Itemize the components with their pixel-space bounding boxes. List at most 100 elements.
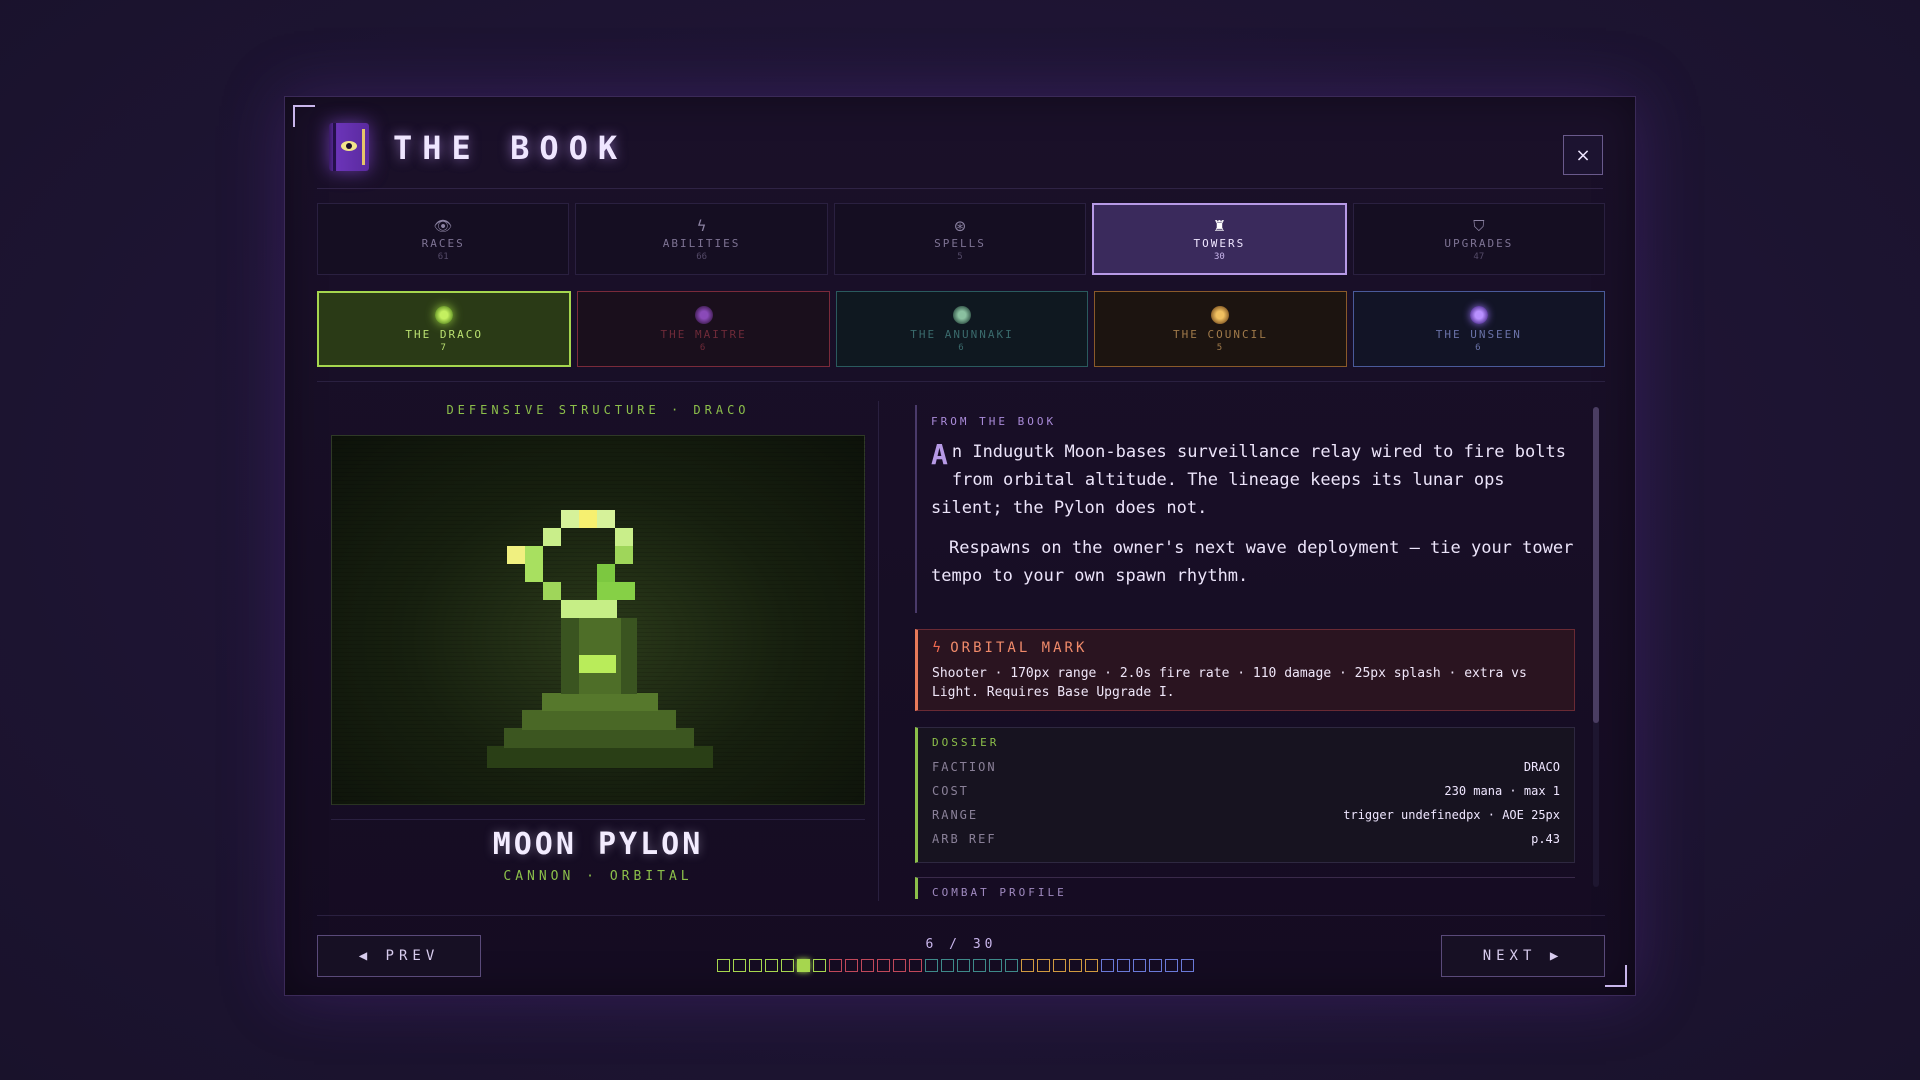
page-dot[interactable]: [797, 959, 810, 972]
page-dot[interactable]: [1149, 959, 1162, 972]
scrollbar[interactable]: [1593, 407, 1599, 887]
page-dot[interactable]: [1085, 959, 1098, 972]
maitre-emblem-icon: [694, 305, 713, 324]
dossier-heading: DOSSIER: [932, 736, 1000, 749]
page-dot[interactable]: [813, 959, 826, 972]
ability-card: ϟ ORBITAL MARK Shooter · 170px range · 2.…: [915, 629, 1575, 711]
category-tabs: 👁 RACES 61 ϟ ABILITIES 66 ⊛ SPELLS 5 ♜ T…: [317, 203, 1606, 275]
tab-label: ABILITIES: [662, 236, 741, 250]
tab-count: 30: [1214, 251, 1225, 262]
faction-tab-draco[interactable]: THE DRACO 7: [317, 291, 572, 367]
divider: [317, 381, 1605, 382]
faction-count: 6: [1475, 342, 1483, 353]
moon-pylon-sprite: [332, 436, 866, 806]
tab-upgrades[interactable]: ⛉ UPGRADES 47: [1352, 203, 1606, 275]
faction-label: THE UNSEEN: [1435, 327, 1522, 341]
page-dots: [717, 959, 1194, 973]
tab-spells[interactable]: ⊛ SPELLS 5: [833, 203, 1087, 275]
tab-label: RACES: [421, 236, 465, 250]
page-dot[interactable]: [781, 959, 794, 972]
page-dot[interactable]: [1165, 959, 1178, 972]
page-indicator: 6 / 30: [925, 937, 997, 952]
item-type: CANNON · ORBITAL: [503, 869, 693, 884]
page-dot[interactable]: [957, 959, 970, 972]
faction-label: THE COUNCIL: [1172, 327, 1268, 341]
tab-count: 47: [1473, 251, 1485, 262]
dossier-key: FACTION: [932, 760, 997, 774]
page-dot[interactable]: [845, 959, 858, 972]
anunnaki-emblem-icon: [953, 305, 972, 324]
next-button[interactable]: NEXT ▶: [1441, 935, 1605, 977]
eye-icon: 👁: [433, 216, 453, 235]
page-dot[interactable]: [749, 959, 762, 972]
page-dot[interactable]: [989, 959, 1002, 972]
page-dot[interactable]: [1005, 959, 1018, 972]
close-button[interactable]: ×: [1563, 135, 1603, 175]
dossier-row: RANGE trigger undefinedpx · AOE 25px: [932, 803, 1560, 827]
dossier-row: COST 230 mana · max 1: [932, 779, 1560, 803]
page-dot[interactable]: [765, 959, 778, 972]
item-preview: DEFENSIVE STRUCTURE · DRACO MOON PYLON C…: [331, 397, 866, 897]
page-dot[interactable]: [941, 959, 954, 972]
page-dot[interactable]: [829, 959, 842, 972]
page-dot[interactable]: [717, 959, 730, 972]
book-icon: [329, 123, 369, 171]
dossier-key: ARB REF: [932, 832, 997, 846]
gem-icon: ⛉: [1473, 216, 1485, 235]
book-modal: THE BOOK × 👁 RACES 61 ϟ ABILITIES 66 ⊛ S…: [284, 96, 1636, 996]
dossier-value: DRACO: [1523, 760, 1560, 774]
lightning-icon: ϟ: [932, 640, 945, 656]
item-details[interactable]: FROM THE BOOK An Indugutk Moon-bases sur…: [915, 405, 1575, 899]
faction-tab-unseen[interactable]: THE UNSEEN 6: [1352, 291, 1606, 367]
drop-cap: A: [931, 438, 948, 471]
corner-decoration: [1605, 965, 1627, 987]
page-title: THE BOOK: [393, 129, 628, 167]
dossier-section: DOSSIER FACTION DRACO COST 230 mana · ma…: [915, 727, 1575, 863]
page-dot[interactable]: [733, 959, 746, 972]
page-dot[interactable]: [1181, 959, 1194, 972]
lore-heading: FROM THE BOOK: [931, 415, 1057, 428]
item-name: MOON PYLON: [492, 827, 704, 862]
divider: [317, 915, 1605, 916]
faction-label: THE DRACO: [405, 327, 483, 341]
page-dot[interactable]: [1101, 959, 1114, 972]
faction-tab-anunnaki[interactable]: THE ANUNNAKI 6: [835, 291, 1089, 367]
lore-text: n Indugutk Moon-bases surveillance relay…: [931, 442, 1566, 518]
page-dot[interactable]: [925, 959, 938, 972]
tab-label: SPELLS: [934, 236, 986, 250]
faction-label: THE MAITRE: [660, 327, 747, 341]
scroll-thumb[interactable]: [1593, 407, 1599, 723]
page-dot[interactable]: [1117, 959, 1130, 972]
tab-count: 5: [957, 251, 963, 262]
ability-title: ϟ ORBITAL MARK: [932, 640, 1088, 656]
divider: [331, 819, 865, 820]
tab-abilities[interactable]: ϟ ABILITIES 66: [575, 203, 828, 275]
lightning-icon: ϟ: [696, 216, 707, 235]
draco-emblem-icon: [435, 305, 454, 324]
page-dot[interactable]: [1021, 959, 1034, 972]
dossier-row: ARB REF p.43: [932, 827, 1560, 851]
page-dot[interactable]: [973, 959, 986, 972]
faction-count: 5: [1216, 342, 1225, 353]
dossier-value: 230 mana · max 1: [1444, 784, 1560, 798]
page-dot[interactable]: [1069, 959, 1082, 972]
council-emblem-icon: [1211, 305, 1230, 324]
page-dot[interactable]: [1037, 959, 1050, 972]
tab-label: UPGRADES: [1444, 236, 1514, 250]
tab-towers[interactable]: ♜ TOWERS 30: [1092, 203, 1347, 275]
unseen-emblem-icon: [1469, 305, 1488, 324]
page-dot[interactable]: [909, 959, 922, 972]
tab-races[interactable]: 👁 RACES 61: [317, 203, 570, 275]
dossier-row: FACTION DRACO: [932, 755, 1560, 779]
page-dot[interactable]: [1053, 959, 1066, 972]
page-dot[interactable]: [861, 959, 874, 972]
lore-paragraph: An Indugutk Moon-bases surveillance rela…: [931, 438, 1575, 522]
faction-tab-maitre[interactable]: THE MAITRE 6: [577, 291, 830, 367]
page-dot[interactable]: [877, 959, 890, 972]
dossier-value: trigger undefinedpx · AOE 25px: [1343, 808, 1560, 822]
header: THE BOOK ×: [317, 119, 1603, 189]
tab-label: TOWERS: [1193, 236, 1246, 250]
page-dot[interactable]: [1133, 959, 1146, 972]
faction-tab-council[interactable]: THE COUNCIL 5: [1094, 291, 1347, 367]
page-dot[interactable]: [893, 959, 906, 972]
